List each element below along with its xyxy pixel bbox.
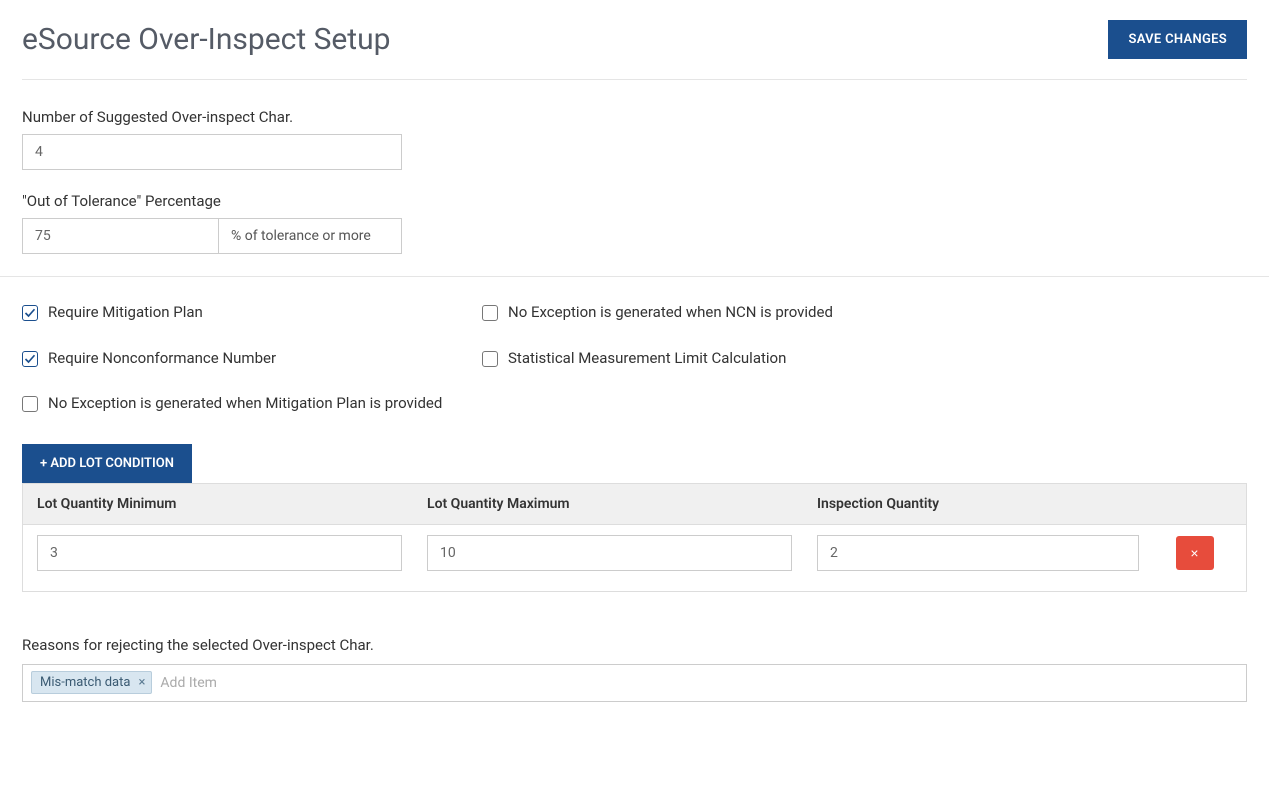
delete-lot-row-button[interactable]: × [1176, 536, 1214, 570]
statistical-measurement-label: Statistical Measurement Limit Calculatio… [508, 349, 786, 369]
lot-max-input[interactable] [427, 535, 792, 571]
tag-remove-icon[interactable]: × [138, 675, 145, 690]
statistical-measurement-checkbox[interactable] [482, 351, 498, 367]
save-changes-button[interactable]: SAVE CHANGES [1108, 20, 1247, 59]
tag-label: Mis-match data [40, 675, 130, 690]
out-of-tolerance-label: "Out of Tolerance" Percentage [22, 192, 1247, 210]
require-nonconformance-number-checkbox[interactable] [22, 351, 38, 367]
check-icon [24, 353, 36, 365]
no-exception-ncn-label: No Exception is generated when NCN is pr… [508, 303, 833, 323]
close-icon: × [1190, 545, 1198, 561]
require-nonconformance-number-label: Require Nonconformance Number [48, 349, 276, 369]
reasons-tag-input[interactable]: Mis-match data × [22, 664, 1247, 702]
reasons-label: Reasons for rejecting the selected Over-… [22, 636, 1247, 654]
no-exception-mitigation-plan-label: No Exception is generated when Mitigatio… [48, 394, 442, 414]
add-lot-condition-button[interactable]: + ADD LOT CONDITION [22, 444, 192, 483]
reasons-add-item-input[interactable] [160, 675, 1238, 691]
require-mitigation-plan-label: Require Mitigation Plan [48, 303, 203, 323]
page-title: eSource Over-Inspect Setup [22, 22, 391, 57]
out-of-tolerance-input[interactable] [22, 218, 218, 254]
tag-mismatch-data: Mis-match data × [31, 671, 152, 694]
lot-min-input[interactable] [37, 535, 402, 571]
lot-inspection-header: Inspection Quantity [817, 496, 1157, 512]
lot-min-header: Lot Quantity Minimum [37, 496, 427, 512]
suggested-char-input[interactable] [22, 134, 402, 170]
lot-max-header: Lot Quantity Maximum [427, 496, 817, 512]
lot-inspection-input[interactable] [817, 535, 1139, 571]
suggested-char-label: Number of Suggested Over-inspect Char. [22, 108, 1247, 126]
check-icon [24, 307, 36, 319]
require-mitigation-plan-checkbox[interactable] [22, 305, 38, 321]
out-of-tolerance-suffix: % of tolerance or more [218, 218, 402, 254]
no-exception-mitigation-plan-checkbox[interactable] [22, 396, 38, 412]
no-exception-ncn-checkbox[interactable] [482, 305, 498, 321]
table-row: × [23, 525, 1246, 591]
